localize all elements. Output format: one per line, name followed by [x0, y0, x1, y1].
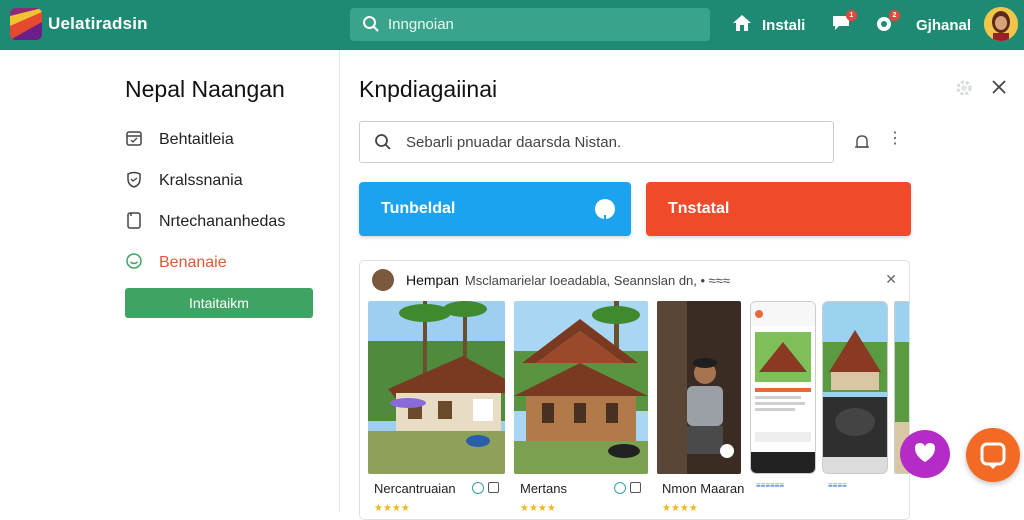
- content-search-value: Sebarli pnuadar daarsda Nistan.: [406, 134, 622, 151]
- sidebar-action-button[interactable]: Intaitaikm: [125, 288, 313, 318]
- more-options-icon[interactable]: ⋮: [887, 128, 903, 148]
- install-button[interactable]: Instali: [732, 0, 805, 50]
- global-search-placeholder: Inngnoian: [388, 16, 454, 33]
- user-avatar[interactable]: [984, 7, 1018, 41]
- smile-icon: [125, 252, 159, 275]
- bookmark-icon[interactable]: [630, 482, 641, 493]
- listing-label-2[interactable]: Mertans: [520, 481, 567, 496]
- listing-image-4[interactable]: [750, 301, 816, 474]
- listing-image-1[interactable]: [368, 301, 505, 474]
- messages-count-badge: 1: [846, 10, 857, 21]
- sidebar-item-2[interactable]: Kralssnania: [125, 169, 243, 193]
- listing-rating-3: ★★★★: [662, 503, 698, 514]
- listing-image-2[interactable]: [514, 301, 648, 474]
- home-icon: [732, 13, 752, 37]
- close-icon[interactable]: [990, 78, 1008, 101]
- settings-icon[interactable]: [953, 77, 975, 104]
- listing-image-3[interactable]: [657, 301, 741, 474]
- sidebar-title: Nepal Naangan: [125, 76, 285, 102]
- card-subtitle: Msclamarielar Ioeadabla, Seannslan dn, •…: [464, 272, 731, 288]
- content-search-input[interactable]: Sebarli pnuadar daarsda Nistan.: [359, 121, 834, 163]
- chat-icon[interactable]: [614, 482, 626, 494]
- card-avatar[interactable]: [372, 269, 394, 291]
- sidebar: Nepal Naangan Behtaitleia Kralssnania Nr…: [0, 50, 340, 512]
- sidebar-item-3[interactable]: Nrtechananhedas: [125, 210, 285, 234]
- chat-fab[interactable]: [966, 428, 1020, 482]
- notifications-button[interactable]: 2: [873, 0, 900, 50]
- page-title: Knpdiagaiinai: [359, 76, 498, 102]
- listing-rating-1: ★★★★: [374, 503, 410, 514]
- listing-image-5[interactable]: [822, 301, 888, 474]
- top-bar: Uelatiradsin Inngnoian Instali 1 2 Gjhan…: [0, 0, 1024, 50]
- card-close-icon[interactable]: ✕: [885, 271, 897, 288]
- install-label: Instali: [762, 16, 806, 34]
- global-search-input[interactable]: Inngnoian: [350, 8, 710, 41]
- sidebar-item-label: Behtaitleia: [159, 131, 234, 148]
- primary-action-button[interactable]: Tunbeldal: [359, 182, 631, 236]
- listing-label-5[interactable]: ≡≡≡≡: [828, 481, 847, 490]
- listing-rating-2: ★★★★: [520, 503, 556, 514]
- sidebar-item-4-active[interactable]: Benanaie: [125, 251, 227, 275]
- secondary-action-button[interactable]: Tnstatal: [646, 182, 911, 236]
- favorite-fab[interactable]: [900, 430, 950, 478]
- listing-label-4[interactable]: ≡≡≡≡≡≡: [756, 481, 784, 490]
- document-icon: [125, 211, 159, 234]
- app-title: Uelatiradsin: [48, 14, 148, 33]
- user-name[interactable]: Gjhanal: [916, 0, 971, 50]
- app-logo[interactable]: [10, 8, 42, 40]
- listing-card: Hempan Msclamarielar Ioeadabla, Seannsla…: [359, 260, 910, 520]
- search-icon: [362, 15, 380, 38]
- chat-icon[interactable]: [472, 482, 484, 494]
- messages-button[interactable]: 1: [830, 0, 857, 50]
- search-icon: [374, 133, 392, 156]
- notifications-count-badge: 2: [889, 10, 900, 21]
- primary-action-label: Tunbeldal: [381, 200, 456, 217]
- sidebar-item-label: Benanaie: [159, 254, 227, 271]
- secondary-action-label: Tnstatal: [668, 200, 730, 217]
- card-author-name[interactable]: Hempan: [406, 272, 459, 288]
- sidebar-item-1[interactable]: Behtaitleia: [125, 128, 234, 152]
- listing-label-3[interactable]: Nmon Maaran: [662, 481, 744, 496]
- listing-label-1[interactable]: Nercantruaian: [374, 481, 456, 496]
- clock-icon: [595, 199, 615, 224]
- bell-icon[interactable]: [852, 132, 872, 157]
- shield-icon: [125, 170, 159, 193]
- sidebar-item-label: Nrtechananhedas: [159, 213, 286, 230]
- sidebar-item-label: Kralssnania: [159, 172, 243, 189]
- card-header: Hempan Msclamarielar Ioeadabla, Seannsla…: [372, 269, 730, 291]
- calendar-icon: [125, 129, 159, 152]
- bookmark-icon[interactable]: [488, 482, 499, 493]
